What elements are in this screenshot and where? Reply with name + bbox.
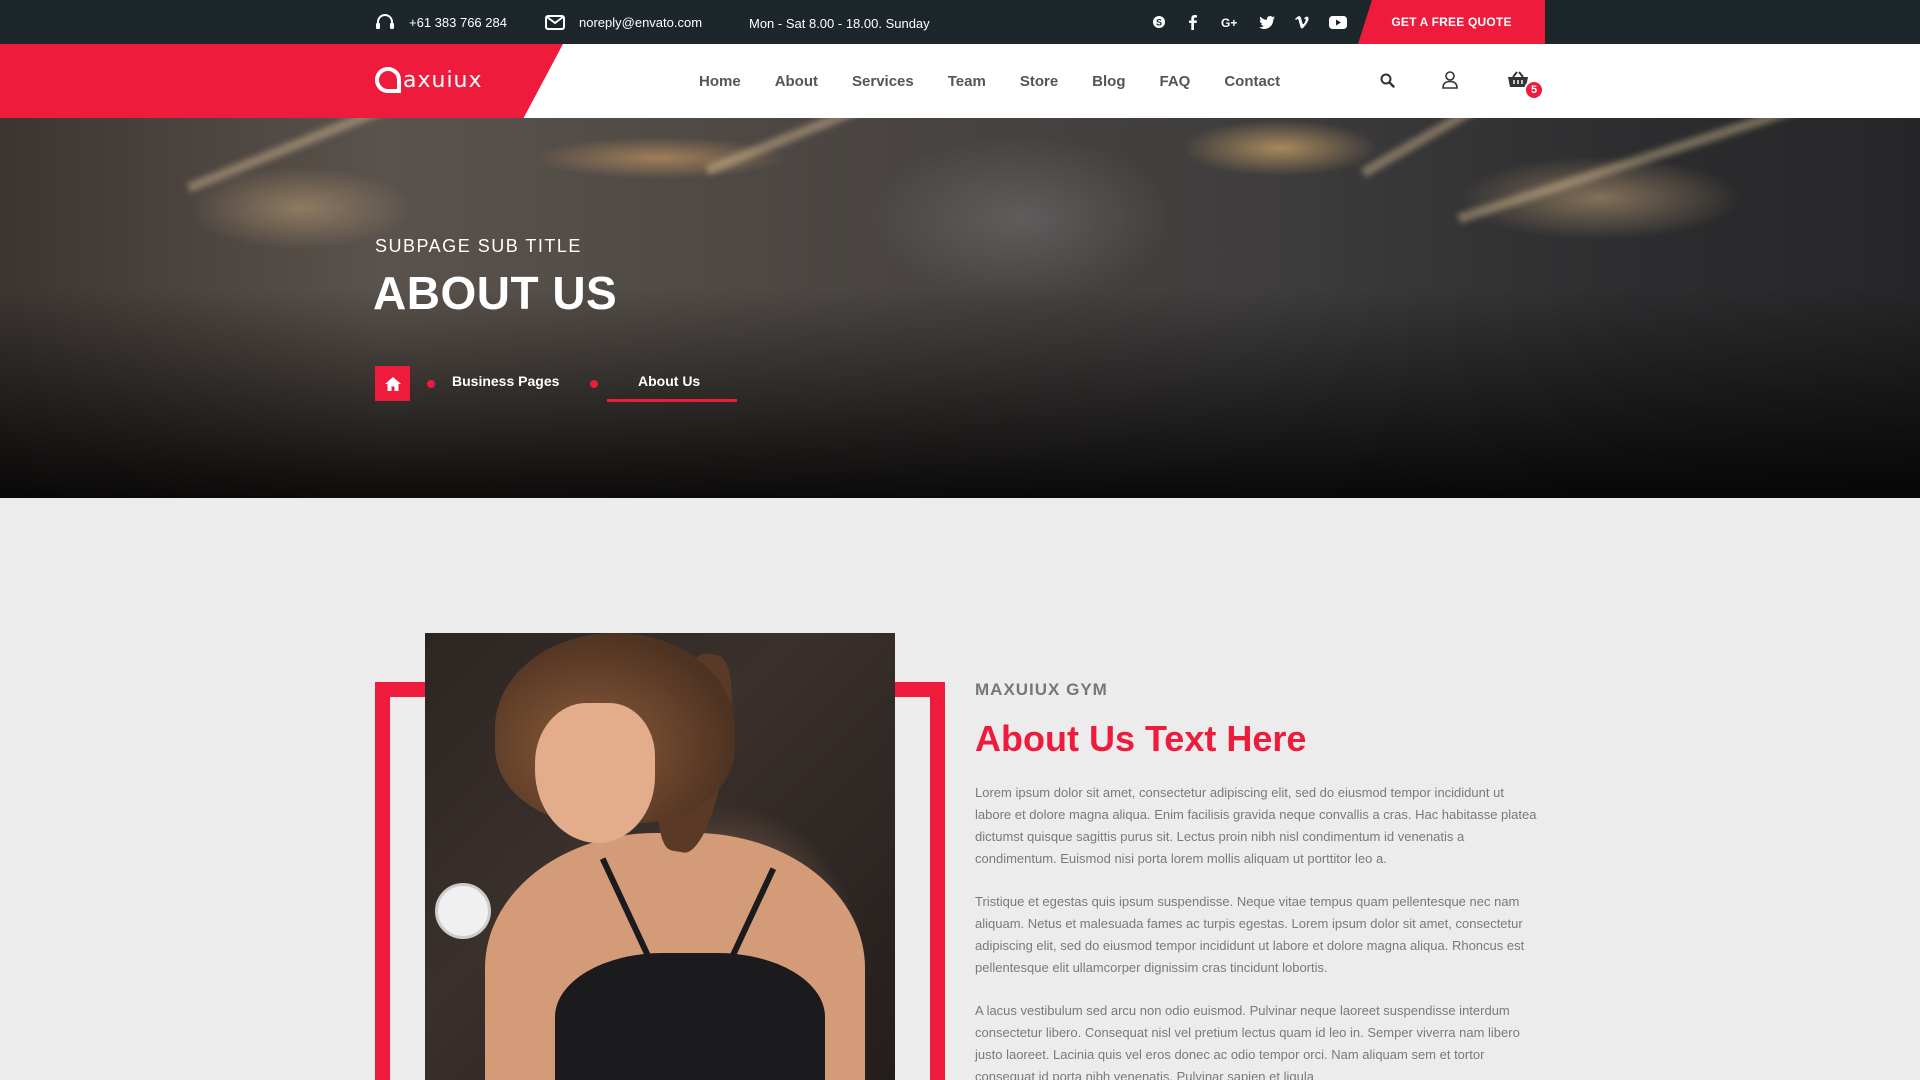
page-title: ABOUT US <box>373 267 618 319</box>
site-logo[interactable]: axuiux <box>375 62 483 98</box>
vimeo-icon[interactable] <box>1293 13 1311 31</box>
phone-number: +61 383 766 284 <box>409 14 507 30</box>
get-free-quote-button[interactable]: GET A FREE QUOTE <box>1358 0 1545 44</box>
google-plus-icon[interactable]: G+ <box>1220 13 1242 31</box>
email-address: noreply@envato.com <box>579 14 703 30</box>
about-paragraph: Tristique et egestas quis ipsum suspendi… <box>975 894 1525 975</box>
page-hero: SUBPAGE SUB TITLE ABOUT US Business Page… <box>0 118 1920 498</box>
nav-blog[interactable]: Blog <box>1092 73 1125 90</box>
phone-contact[interactable]: +61 383 766 284 <box>375 0 507 44</box>
logo-text: axuiux <box>403 67 483 93</box>
photo-figure-top <box>555 953 825 1080</box>
home-icon <box>384 376 401 391</box>
nav-store[interactable]: Store <box>1020 73 1058 90</box>
breadcrumb-separator <box>590 380 598 388</box>
breadcrumb-active-underline <box>607 399 737 402</box>
nav-services[interactable]: Services <box>852 73 914 90</box>
envelope-icon <box>545 14 565 30</box>
hero-light-streak <box>705 118 895 176</box>
section-title: About Us Text Here <box>975 718 1307 759</box>
svg-text:S: S <box>1156 18 1162 28</box>
main-navbar: axuiux Home About Services Team Store Bl… <box>0 44 1920 118</box>
hero-light-streak <box>1457 118 1803 224</box>
section-kicker: MAXUIUX GYM <box>975 680 1108 699</box>
nav-faq[interactable]: FAQ <box>1160 73 1191 90</box>
logo-mark-icon <box>375 67 401 93</box>
nav-about[interactable]: About <box>775 73 818 90</box>
top-bar: +61 383 766 284 noreply@envato.com Mon -… <box>0 0 1920 44</box>
about-photo <box>425 633 895 1080</box>
email-contact[interactable]: noreply@envato.com <box>545 0 702 44</box>
about-paragraph: Lorem ipsum dolor sit amet, consectetur … <box>975 785 1537 866</box>
nav-contact[interactable]: Contact <box>1224 73 1280 90</box>
twitter-icon[interactable] <box>1258 13 1276 31</box>
breadcrumb-business-pages[interactable]: Business Pages <box>452 373 559 389</box>
search-icon[interactable] <box>1375 68 1399 92</box>
svg-text:G+: G+ <box>1221 16 1237 28</box>
user-icon[interactable] <box>1438 68 1462 92</box>
hero-subtitle: SUBPAGE SUB TITLE <box>375 236 582 256</box>
skype-icon[interactable]: S <box>1150 13 1168 31</box>
hero-light-streak <box>1360 118 1540 178</box>
opening-hours: Mon - Sat 8.00 - 18.00. Sunday <box>749 15 930 31</box>
headset-icon <box>375 13 395 31</box>
nav-team[interactable]: Team <box>948 73 986 90</box>
nav-home[interactable]: Home <box>699 73 741 90</box>
youtube-icon[interactable] <box>1328 13 1348 31</box>
breadcrumb-current[interactable]: About Us <box>638 373 700 389</box>
hero-light-streak <box>186 118 414 193</box>
breadcrumb-home[interactable] <box>375 366 410 401</box>
photo-figure-face <box>535 703 655 843</box>
cart-count-badge: 5 <box>1524 80 1544 100</box>
facebook-icon[interactable] <box>1184 13 1202 31</box>
dumbbell-icon <box>435 883 491 939</box>
primary-nav: Home About Services Team Store Blog FAQ … <box>699 44 1314 118</box>
about-paragraph: A lacus vestibulum sed arcu non odio eui… <box>975 1003 1520 1080</box>
breadcrumb-separator <box>427 380 435 388</box>
